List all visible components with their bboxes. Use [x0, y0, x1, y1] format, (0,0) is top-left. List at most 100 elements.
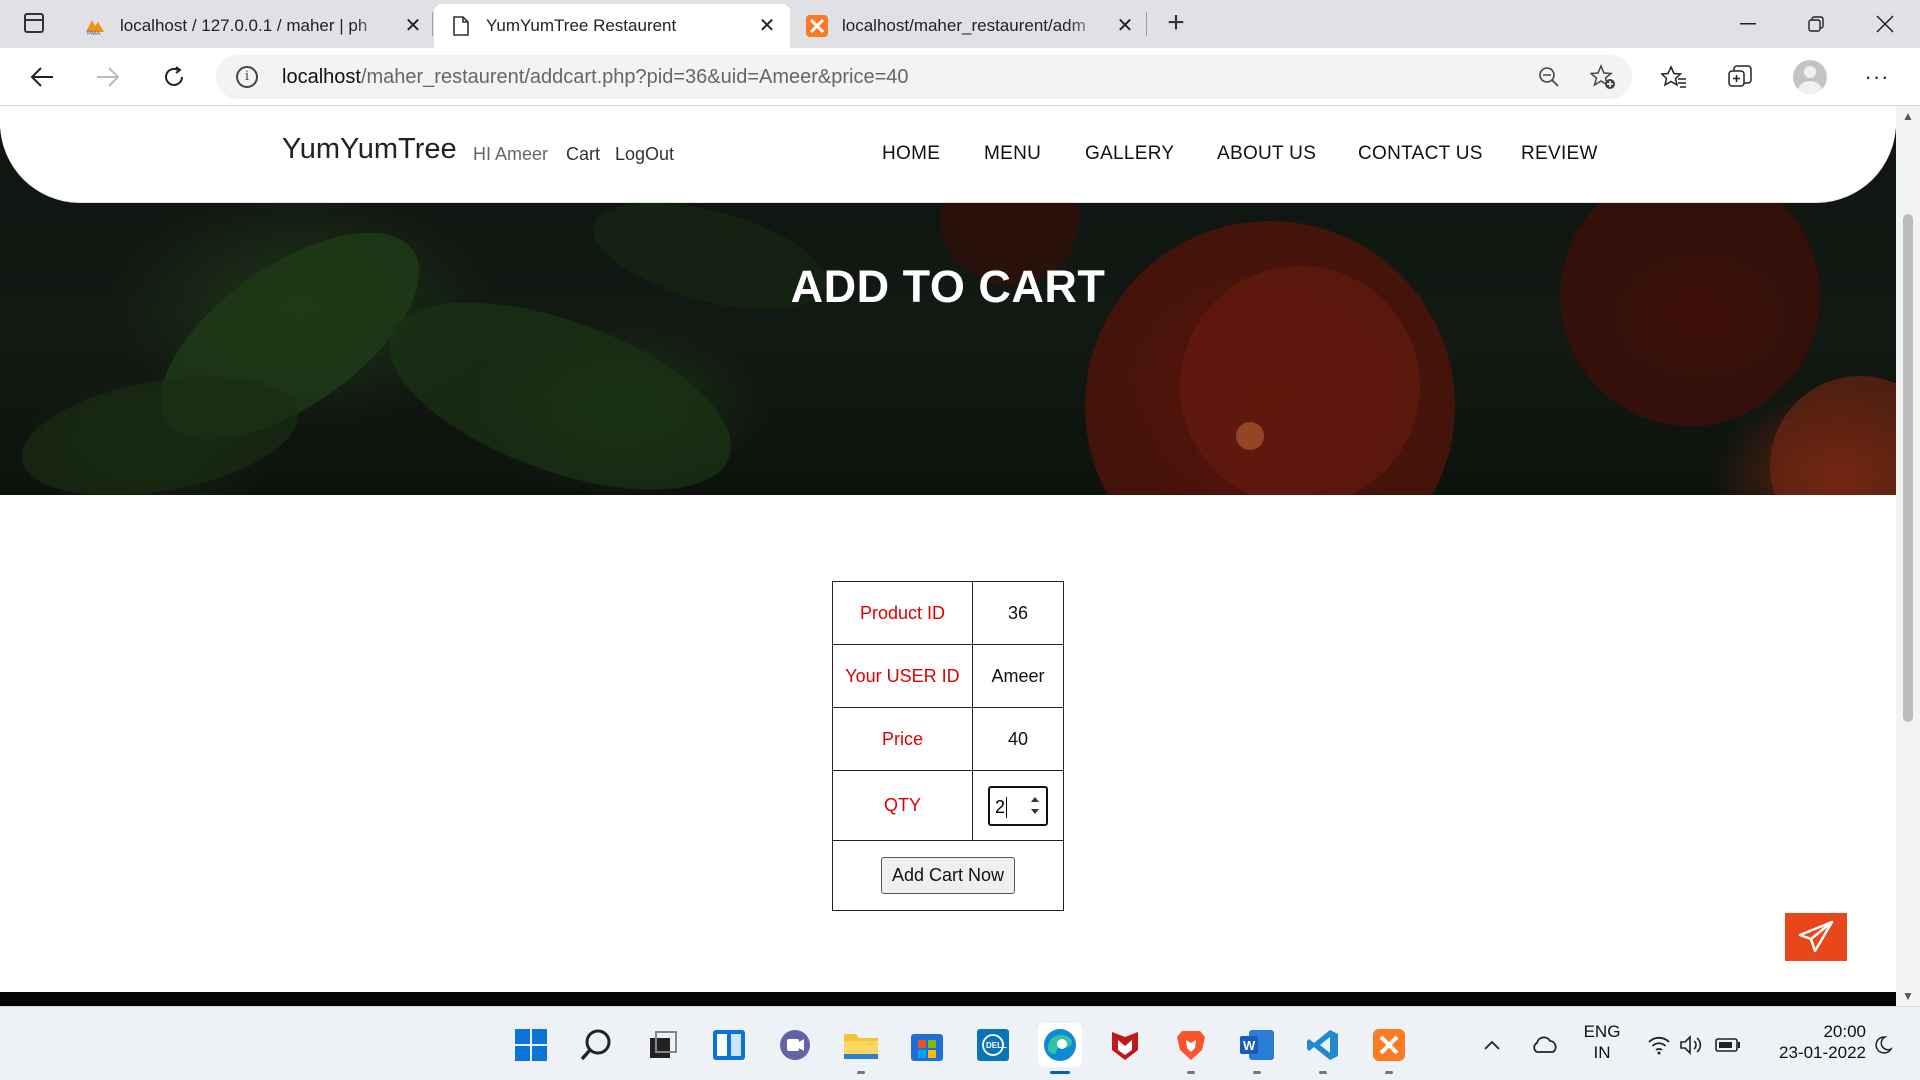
running-indicator: [857, 1071, 865, 1074]
nav-gallery[interactable]: GALLERY: [1085, 143, 1174, 165]
teams-chat-icon[interactable]: [775, 1025, 815, 1065]
tab-title: localhost / 127.0.0.1 / maher | ph: [120, 16, 368, 35]
input-language-indicator[interactable]: ENG IN: [1580, 1021, 1624, 1063]
collections-icon[interactable]: [1721, 58, 1759, 96]
active-app-indicator: [1050, 1071, 1070, 1074]
battery-icon[interactable]: [1712, 1025, 1744, 1065]
profile-avatar[interactable]: [1793, 60, 1827, 94]
scroll-up-arrow-icon[interactable]: ▲: [1896, 106, 1920, 126]
tab-title: localhost/maher_restaurent/adm: [842, 16, 1086, 35]
table-row: Your USER ID Ameer: [832, 644, 1064, 708]
table-row: Price 40: [832, 707, 1064, 771]
nav-contact-us[interactable]: CONTACT US: [1358, 143, 1483, 165]
word-icon[interactable]: W: [1237, 1025, 1277, 1065]
windows-taskbar: DELL W ENG IN 20:00 23-01-2022: [0, 1006, 1920, 1080]
text-cursor: [1006, 796, 1007, 818]
nav-about-us[interactable]: ABOUT US: [1217, 143, 1316, 165]
brand-logo[interactable]: YumYumTree: [282, 133, 457, 166]
scrollbar-thumb[interactable]: [1903, 214, 1913, 722]
clock-time: 20:00: [1823, 1022, 1866, 1041]
qty-label: QTY: [832, 770, 973, 841]
tab-phpmyadmin[interactable]: PMA localhost / 127.0.0.1 / maher | ph ✕: [84, 4, 424, 48]
more-options-icon[interactable]: ···: [1858, 58, 1896, 96]
brave-browser-icon[interactable]: [1171, 1025, 1211, 1065]
table-row: QTY 2: [832, 770, 1064, 841]
tab-title: YumYumTree Restaurent: [486, 16, 677, 35]
user-id-label: Your USER ID: [832, 644, 973, 708]
file-explorer-icon[interactable]: [841, 1025, 881, 1065]
clock[interactable]: 20:00 23-01-2022: [1756, 1021, 1866, 1063]
running-indicator: [1319, 1071, 1327, 1074]
qty-stepper[interactable]: [1028, 791, 1042, 821]
forward-button[interactable]: [89, 58, 127, 96]
product-id-value: 36: [972, 581, 1064, 645]
close-window-button[interactable]: [1850, 0, 1920, 48]
onedrive-icon[interactable]: [1528, 1025, 1562, 1065]
tab-yumyumtree[interactable]: YumYumTree Restaurent ✕: [434, 4, 790, 48]
tab-admin[interactable]: localhost/maher_restaurent/adm ✕: [806, 4, 1136, 48]
paper-plane-icon: [1798, 920, 1834, 953]
clock-date: 23-01-2022: [1779, 1043, 1866, 1062]
svg-text:DELL: DELL: [986, 1041, 1007, 1050]
refresh-button[interactable]: [155, 58, 193, 96]
xampp-icon: [806, 15, 828, 37]
cart-link[interactable]: Cart: [566, 144, 600, 165]
restore-button[interactable]: [1781, 0, 1851, 48]
price-value: 40: [972, 707, 1064, 771]
show-hidden-icons-chevron-icon[interactable]: [1478, 1025, 1506, 1065]
footer-edge: [0, 992, 1896, 1006]
increment-arrow-icon[interactable]: [1031, 796, 1039, 802]
user-greeting: HI Ameer: [473, 144, 549, 164]
xampp-control-icon[interactable]: [1369, 1025, 1409, 1065]
close-tab-icon[interactable]: ✕: [402, 15, 424, 37]
mcafee-icon[interactable]: [1105, 1025, 1145, 1065]
nav-home[interactable]: HOME: [882, 143, 940, 165]
minimize-button[interactable]: [1713, 0, 1783, 48]
tab-actions-button[interactable]: [14, 10, 56, 38]
zoom-icon[interactable]: [1536, 64, 1562, 90]
svg-text:PMA: PMA: [87, 31, 101, 36]
browser-toolbar: i localhost/maher_restaurent/addcart.php…: [0, 48, 1920, 106]
add-cart-now-button[interactable]: Add Cart Now: [880, 857, 1016, 894]
add-favorite-icon[interactable]: [1590, 64, 1616, 90]
site-navbar: YumYumTree HI Ameer Cart LogOut HOME MEN…: [0, 106, 1896, 202]
send-message-button[interactable]: [1785, 913, 1847, 961]
scroll-down-arrow-icon[interactable]: ▼: [1896, 986, 1920, 1006]
back-button[interactable]: [23, 58, 61, 96]
vscode-icon[interactable]: [1303, 1025, 1343, 1065]
decrement-arrow-icon[interactable]: [1031, 808, 1039, 814]
wifi-icon[interactable]: [1644, 1025, 1674, 1065]
logout-link[interactable]: LogOut: [615, 144, 674, 165]
nav-review[interactable]: REVIEW: [1521, 143, 1598, 165]
close-tab-icon[interactable]: ✕: [1114, 15, 1136, 37]
focus-assist-moon-icon[interactable]: [1868, 1025, 1898, 1065]
favorites-icon[interactable]: [1655, 58, 1693, 96]
microsoft-store-icon[interactable]: [907, 1025, 947, 1065]
price-label: Price: [832, 707, 973, 771]
nav-menu[interactable]: MENU: [984, 143, 1041, 165]
tab-separator: [432, 12, 433, 36]
qty-input[interactable]: 2: [988, 785, 1048, 826]
new-tab-button[interactable]: +: [1160, 8, 1192, 40]
widgets-icon[interactable]: [709, 1025, 749, 1065]
volume-icon[interactable]: [1676, 1025, 1706, 1065]
browser-tab-strip: PMA localhost / 127.0.0.1 / maher | ph ✕…: [0, 0, 1920, 48]
search-icon[interactable]: [577, 1025, 617, 1065]
task-view-icon[interactable]: [643, 1025, 683, 1065]
site-info-icon[interactable]: i: [236, 66, 258, 88]
page-scrollbar[interactable]: ▲ ▼: [1896, 106, 1920, 1006]
submit-cell: Add Cart Now: [832, 840, 1064, 911]
dell-app-icon[interactable]: DELL: [973, 1025, 1013, 1065]
add-to-cart-form: Product ID 36 Your USER ID Ameer Price 4…: [832, 581, 1064, 911]
start-icon[interactable]: [511, 1025, 551, 1065]
close-tab-icon[interactable]: ✕: [756, 15, 778, 37]
url-text[interactable]: localhost/maher_restaurent/addcart.php?p…: [282, 66, 909, 89]
page-title: ADD TO CART: [790, 261, 1106, 312]
address-bar[interactable]: i localhost/maher_restaurent/addcart.php…: [216, 55, 1632, 99]
language-code: ENG: [1583, 1022, 1621, 1041]
qty-cell: 2: [972, 770, 1064, 841]
running-indicator: [1187, 1071, 1195, 1074]
edge-browser-icon[interactable]: [1038, 1023, 1082, 1067]
running-indicator: [1385, 1071, 1393, 1074]
tab-separator: [1146, 12, 1147, 36]
